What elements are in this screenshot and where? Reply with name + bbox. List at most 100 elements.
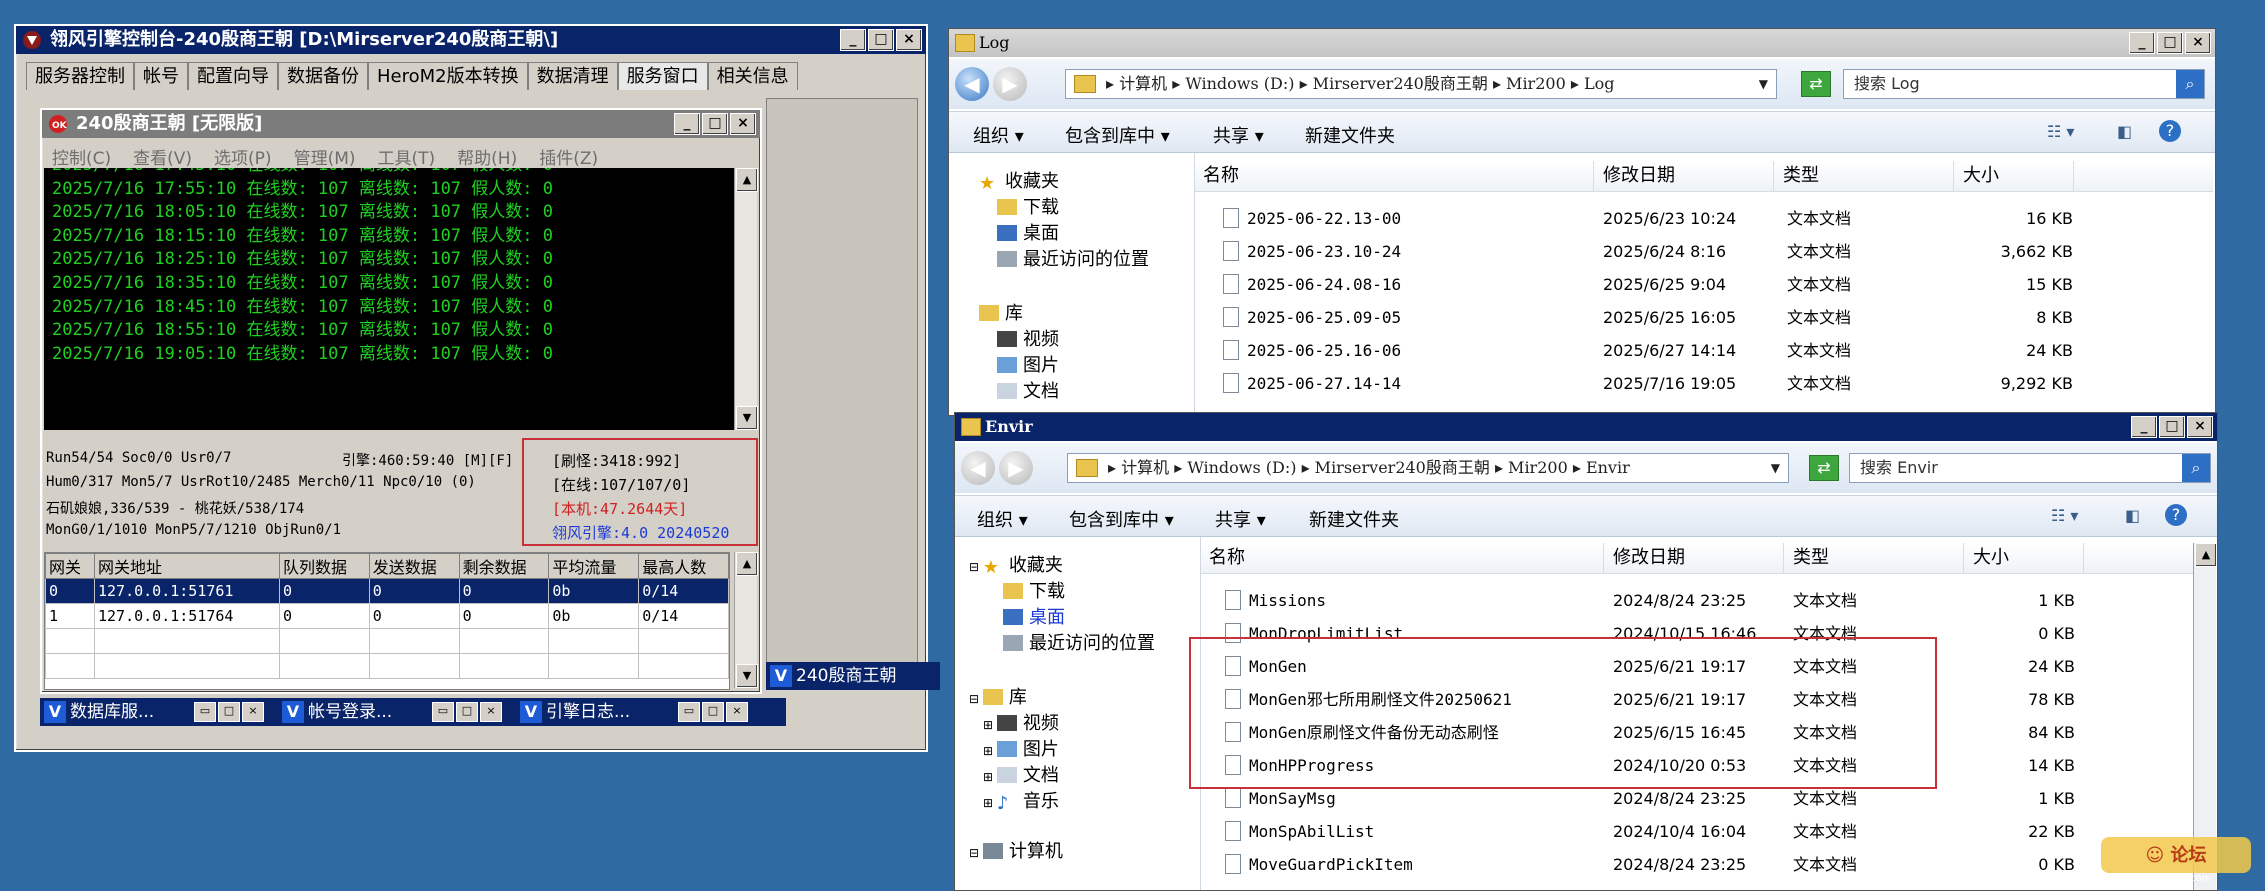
menu-options[interactable]: 选项(P) <box>214 144 272 169</box>
close-button[interactable]: × <box>2185 32 2211 54</box>
nav-favorites[interactable]: ★ 收藏夹 <box>979 167 1059 194</box>
col-max-players[interactable]: 最高人数 <box>638 553 729 579</box>
help-icon[interactable]: ? <box>2165 504 2187 526</box>
nav-favorites[interactable]: ⊟ ★ 收藏夹 <box>969 551 1063 578</box>
restore-icon[interactable]: ▭ <box>678 702 700 722</box>
nav-recent[interactable]: 最近访问的位置 <box>997 245 1149 271</box>
minimize-button[interactable]: _ <box>2131 416 2157 438</box>
mdi-database-server[interactable]: V 数据库服... ▭ □ × <box>40 698 300 726</box>
envir-address-field[interactable]: ▸ 计算机 ▸ Windows (D:) ▸ Mirserver240殷商王朝 … <box>1067 453 1789 483</box>
nav-libraries[interactable]: ⊟ 库 <box>969 683 1027 709</box>
log-search-field[interactable]: 搜索 Log ⌕ <box>1843 69 2205 99</box>
nav-computer[interactable]: ⊟ 计算机 <box>969 837 1063 863</box>
maximize-button[interactable]: □ <box>868 29 894 51</box>
forward-arrow-icon[interactable]: ▶ <box>993 67 1027 101</box>
file-row[interactable]: 2025-06-27.14-14 2025/7/16 19:05 文本文档 9,… <box>1223 368 2183 400</box>
nav-videos[interactable]: ⊞ 视频 <box>983 709 1059 735</box>
maximize-button[interactable]: □ <box>2157 32 2183 54</box>
close-icon[interactable]: × <box>480 702 502 722</box>
file-row[interactable]: Missions 2024/8/24 23:25 文本文档 1 KB <box>1225 585 2185 617</box>
restore-icon[interactable]: ▭ <box>194 702 216 722</box>
file-row[interactable]: 2025-06-24.08-16 2025/6/25 9:04 文本文档 15 … <box>1223 269 2183 301</box>
col-modified[interactable]: 修改日期 <box>1605 543 1784 573</box>
menu-help[interactable]: 帮助(H) <box>457 144 517 169</box>
envir-search-field[interactable]: 搜索 Envir ⌕ <box>1849 453 2211 483</box>
menu-plugins[interactable]: 插件(Z) <box>539 144 598 169</box>
new-folder-button[interactable]: 新建文件夹 <box>1305 122 1395 148</box>
nav-music[interactable]: ⊞ ♪ 音乐 <box>983 787 1059 814</box>
nav-documents[interactable]: ⊞ 文档 <box>983 761 1059 787</box>
tab-herom2-convert[interactable]: HeroM2版本转换 <box>368 62 528 90</box>
file-row[interactable]: 2025-06-23.10-24 2025/6/24 8:16 文本文档 3,6… <box>1223 236 2183 268</box>
nav-desktop[interactable]: 桌面 <box>1003 603 1065 629</box>
gateway-scrollbar[interactable]: ▲ ▼ <box>734 552 758 688</box>
col-name[interactable]: 名称 <box>1195 161 1594 191</box>
scroll-down-arrow[interactable]: ▼ <box>736 664 758 688</box>
table-row[interactable]: 0 127.0.0.1:51761 0 0 0 0b 0/14 <box>45 578 729 604</box>
file-row[interactable]: MoveGuardPickItem 2024/8/24 23:25 文本文档 0… <box>1225 849 2185 881</box>
nav-recent[interactable]: 最近访问的位置 <box>1003 629 1155 655</box>
envir-titlebar[interactable]: Envir _ □ × <box>955 413 2217 441</box>
mdi-m2-minimized[interactable]: V 240殷商王朝 <box>766 662 940 690</box>
col-send-data[interactable]: 发送数据 <box>368 553 460 579</box>
back-arrow-icon[interactable]: ◀ <box>955 67 989 101</box>
tab-account[interactable]: 帐号 <box>134 62 188 90</box>
tab-server-control[interactable]: 服务器控制 <box>26 62 134 90</box>
search-icon[interactable]: ⌕ <box>2176 70 2204 98</box>
tab-data-clean[interactable]: 数据清理 <box>527 62 618 90</box>
col-size[interactable]: 大小 <box>1955 161 2074 191</box>
file-row[interactable]: MonSpAbilList 2024/10/4 16:04 文本文档 22 KB <box>1225 816 2185 848</box>
scroll-up-arrow[interactable]: ▲ <box>736 168 758 192</box>
col-modified[interactable]: 修改日期 <box>1595 161 1774 191</box>
close-button[interactable]: × <box>730 113 756 135</box>
maximize-icon[interactable]: □ <box>218 702 240 722</box>
nav-downloads[interactable]: 下载 <box>997 193 1059 219</box>
col-name[interactable]: 名称 <box>1201 543 1604 573</box>
preview-pane-icon[interactable]: ◧ <box>2117 122 2132 141</box>
maximize-button[interactable]: □ <box>2159 416 2185 438</box>
col-remaining-data[interactable]: 剩余数据 <box>458 553 550 579</box>
col-type[interactable]: 类型 <box>1775 161 1954 191</box>
forward-arrow-icon[interactable]: ▶ <box>999 451 1033 485</box>
organize-button[interactable]: 组织 ▾ <box>973 122 1024 148</box>
menu-tools[interactable]: 工具(T) <box>378 144 436 169</box>
col-gateway-address[interactable]: 网关地址 <box>94 553 280 579</box>
nav-downloads[interactable]: 下载 <box>1003 577 1065 603</box>
file-row[interactable]: 2025-06-22.13-00 2025/6/23 10:24 文本文档 16… <box>1223 203 2183 235</box>
menu-manage[interactable]: 管理(M) <box>294 144 356 169</box>
scroll-down-arrow[interactable]: ▼ <box>736 406 758 430</box>
include-library-button[interactable]: 包含到库中 ▾ <box>1065 122 1170 148</box>
maximize-button[interactable]: □ <box>702 113 728 135</box>
close-button[interactable]: × <box>896 29 922 51</box>
back-arrow-icon[interactable]: ◀ <box>961 451 995 485</box>
help-icon[interactable]: ? <box>2159 120 2181 142</box>
col-queue-data[interactable]: 队列数据 <box>279 553 370 579</box>
console-scrollbar[interactable]: ▲ ▼ <box>734 168 758 430</box>
share-button[interactable]: 共享 ▾ <box>1213 122 1264 148</box>
nav-pictures[interactable]: 图片 <box>997 351 1059 377</box>
m2-titlebar[interactable]: OK 240殷商王朝 [无限版] _ □ × <box>42 110 760 138</box>
minimize-button[interactable]: _ <box>840 29 866 51</box>
chevron-down-icon[interactable]: ▼ <box>1759 70 1768 98</box>
minimize-button[interactable]: _ <box>674 113 700 135</box>
mdi-engine-log[interactable]: V 引擎日志... ▭ □ × <box>516 698 786 726</box>
col-avg-traffic[interactable]: 平均流量 <box>548 553 640 579</box>
nav-pictures[interactable]: ⊞ 图片 <box>983 735 1059 761</box>
tab-related-info[interactable]: 相关信息 <box>707 62 798 90</box>
scroll-up-arrow[interactable]: ▲ <box>2195 543 2217 567</box>
mdi-account-login[interactable]: V 帐号登录... ▭ □ × <box>278 698 538 726</box>
nav-documents[interactable]: 文档 <box>997 377 1059 403</box>
tab-data-backup[interactable]: 数据备份 <box>278 62 368 90</box>
chevron-down-icon[interactable]: ▼ <box>1771 454 1780 482</box>
refresh-icon[interactable]: ⇄ <box>1809 455 1839 481</box>
log-titlebar[interactable]: Log _ □ × <box>949 29 2215 57</box>
organize-button[interactable]: 组织 ▾ <box>977 506 1028 532</box>
tab-service-window[interactable]: 服务窗口 <box>617 62 708 90</box>
menu-view[interactable]: 查看(V) <box>133 144 192 169</box>
col-type[interactable]: 类型 <box>1785 543 1964 573</box>
table-row[interactable] <box>45 653 729 679</box>
table-row[interactable]: 1 127.0.0.1:51764 0 0 0 0b 0/14 <box>45 603 729 629</box>
scroll-up-arrow[interactable]: ▲ <box>736 552 758 576</box>
close-icon[interactable]: × <box>726 702 748 722</box>
maximize-icon[interactable]: □ <box>456 702 478 722</box>
